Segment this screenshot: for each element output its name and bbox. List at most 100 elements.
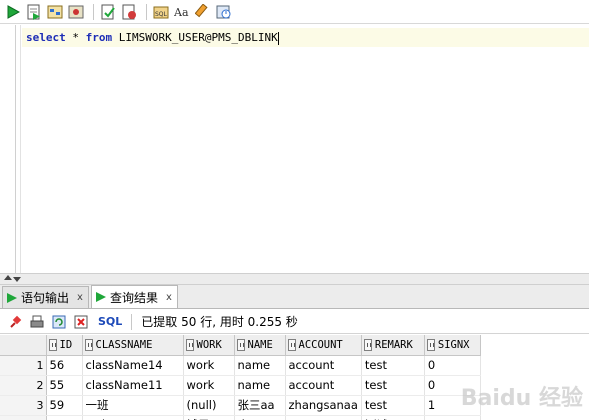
table-cell[interactable]: name <box>234 355 286 376</box>
history-icon[interactable] <box>215 3 233 21</box>
table-cell[interactable]: 55 <box>46 375 83 396</box>
table-cell[interactable]: work <box>183 355 235 376</box>
column-label: ID <box>59 338 73 351</box>
table-cell[interactable]: 一班 <box>82 415 184 420</box>
svg-text:SQL: SQL <box>155 11 168 18</box>
rollback-icon[interactable] <box>120 3 138 21</box>
sort-icon <box>185 338 194 351</box>
column-header-name[interactable]: NAME <box>234 335 286 356</box>
clear-icon[interactable] <box>194 3 212 21</box>
row-number: 4 <box>0 415 47 420</box>
delete-icon[interactable] <box>72 313 90 331</box>
column-header-work[interactable]: WORK <box>183 335 235 356</box>
table-cell[interactable]: account <box>285 375 362 396</box>
table-cell[interactable]: test <box>361 355 425 376</box>
table-cell[interactable]: className11 <box>82 375 184 396</box>
pane-splitter[interactable] <box>0 273 589 285</box>
column-header-remark[interactable]: REMARK <box>361 335 425 356</box>
sort-icon <box>287 338 296 351</box>
pin-icon[interactable] <box>6 313 24 331</box>
run-statement-icon <box>95 291 107 303</box>
column-header-id[interactable]: ID <box>46 335 83 356</box>
table-row[interactable]: 4 一班 城里 李四 测试 <box>0 415 481 420</box>
column-header-classname[interactable]: CLASSNAME <box>82 335 184 356</box>
explain-plan-icon[interactable] <box>46 3 64 21</box>
sql-star: * <box>65 31 86 44</box>
column-label: ACCOUNT <box>298 338 343 351</box>
collapse-up-icon[interactable] <box>4 275 12 280</box>
table-cell[interactable]: 测试 <box>361 415 425 420</box>
table-cell[interactable] <box>285 415 362 420</box>
autotrace-icon[interactable] <box>67 3 85 21</box>
collapse-down-icon[interactable] <box>13 277 21 282</box>
sql-worksheet: SQL Aa select * from LIMSWORK_USER@PMS_D… <box>0 0 589 420</box>
table-cell[interactable]: zhangsanaa <box>285 395 362 416</box>
table-cell[interactable]: 56 <box>46 355 83 376</box>
editor-margin-line <box>20 25 21 273</box>
table-cell[interactable]: 李四 <box>234 415 286 420</box>
sort-icon <box>48 338 57 351</box>
table-row[interactable]: 1 56 className14 work name account test … <box>0 355 481 376</box>
fetch-status: 已提取 50 行, 用时 0.255 秒 <box>141 315 298 329</box>
refresh-icon[interactable] <box>50 313 68 331</box>
sort-icon <box>236 338 245 351</box>
sql-editor-line[interactable]: select * from LIMSWORK_USER@PMS_DBLINK <box>22 28 589 47</box>
toolbar-separator <box>93 3 94 20</box>
row-number-header <box>0 335 47 356</box>
results-toolbar: SQL 已提取 50 行, 用时 0.255 秒 <box>0 310 589 334</box>
table-row[interactable]: 3 59 一班 (null) 张三aa zhangsanaa test 1 <box>0 395 481 416</box>
column-label: REMARK <box>374 338 413 351</box>
sort-icon <box>426 338 435 351</box>
tab-statement-output[interactable]: 语句输出 x <box>2 286 89 308</box>
commit-icon[interactable] <box>99 3 117 21</box>
tab-label: 语句输出 <box>21 291 70 305</box>
format-icon[interactable]: Aa <box>173 3 191 21</box>
toolbar-separator <box>146 3 147 20</box>
column-header-signx[interactable]: SIGNX <box>424 335 481 356</box>
close-icon[interactable]: x <box>77 292 83 303</box>
table-cell[interactable]: 城里 <box>183 415 235 420</box>
row-number: 3 <box>0 395 47 416</box>
run-script-icon[interactable] <box>25 3 43 21</box>
text-caret <box>277 31 279 45</box>
table-cell[interactable]: 0 <box>424 355 481 376</box>
table-cell[interactable]: name <box>234 375 286 396</box>
table-cell[interactable]: test <box>361 375 425 396</box>
table-cell[interactable]: 59 <box>46 395 83 416</box>
worksheet-toolbar: SQL Aa <box>0 0 589 24</box>
run-statement-icon[interactable] <box>4 3 22 21</box>
column-label: CLASSNAME <box>95 338 153 351</box>
close-icon[interactable]: x <box>166 292 172 303</box>
tab-query-result[interactable]: 查询结果 x <box>90 285 178 308</box>
header-row: ID CLASSNAME WORK NAME ACCOUNT REMARK SI… <box>0 335 481 356</box>
row-number: 2 <box>0 375 47 396</box>
table-cell[interactable] <box>424 415 481 420</box>
results-table: ID CLASSNAME WORK NAME ACCOUNT REMARK SI… <box>0 335 481 420</box>
table-row[interactable]: 2 55 className11 work name account test … <box>0 375 481 396</box>
table-cell[interactable]: account <box>285 355 362 376</box>
sql-keyword-from: from <box>85 31 113 44</box>
table-cell[interactable] <box>46 415 83 420</box>
sql-editor[interactable]: select * from LIMSWORK_USER@PMS_DBLINK <box>0 25 589 273</box>
column-header-account[interactable]: ACCOUNT <box>285 335 362 356</box>
results-grid[interactable]: ID CLASSNAME WORK NAME ACCOUNT REMARK SI… <box>0 335 589 420</box>
table-cell[interactable]: 0 <box>424 375 481 396</box>
table-cell[interactable]: className14 <box>82 355 184 376</box>
print-icon[interactable] <box>28 313 46 331</box>
table-cell[interactable]: work <box>183 375 235 396</box>
table-cell[interactable]: 1 <box>424 395 481 416</box>
table-cell[interactable]: (null) <box>183 395 235 416</box>
tab-label: 查询结果 <box>109 290 158 305</box>
table-cell[interactable]: 一班 <box>82 395 184 416</box>
table-cell[interactable]: 张三aa <box>234 395 286 416</box>
sql-table-name: LIMSWORK_USER@PMS_DBLINK <box>112 31 278 44</box>
sort-icon <box>84 338 93 351</box>
sort-icon <box>363 338 372 351</box>
sql-button[interactable]: SQL <box>98 315 122 328</box>
svg-text:Aa: Aa <box>174 6 189 19</box>
column-label: WORK <box>196 338 222 351</box>
column-label: SIGNX <box>437 338 470 351</box>
table-cell[interactable]: test <box>361 395 425 416</box>
sql-tuning-icon[interactable]: SQL <box>152 3 170 21</box>
row-number: 1 <box>0 355 47 376</box>
